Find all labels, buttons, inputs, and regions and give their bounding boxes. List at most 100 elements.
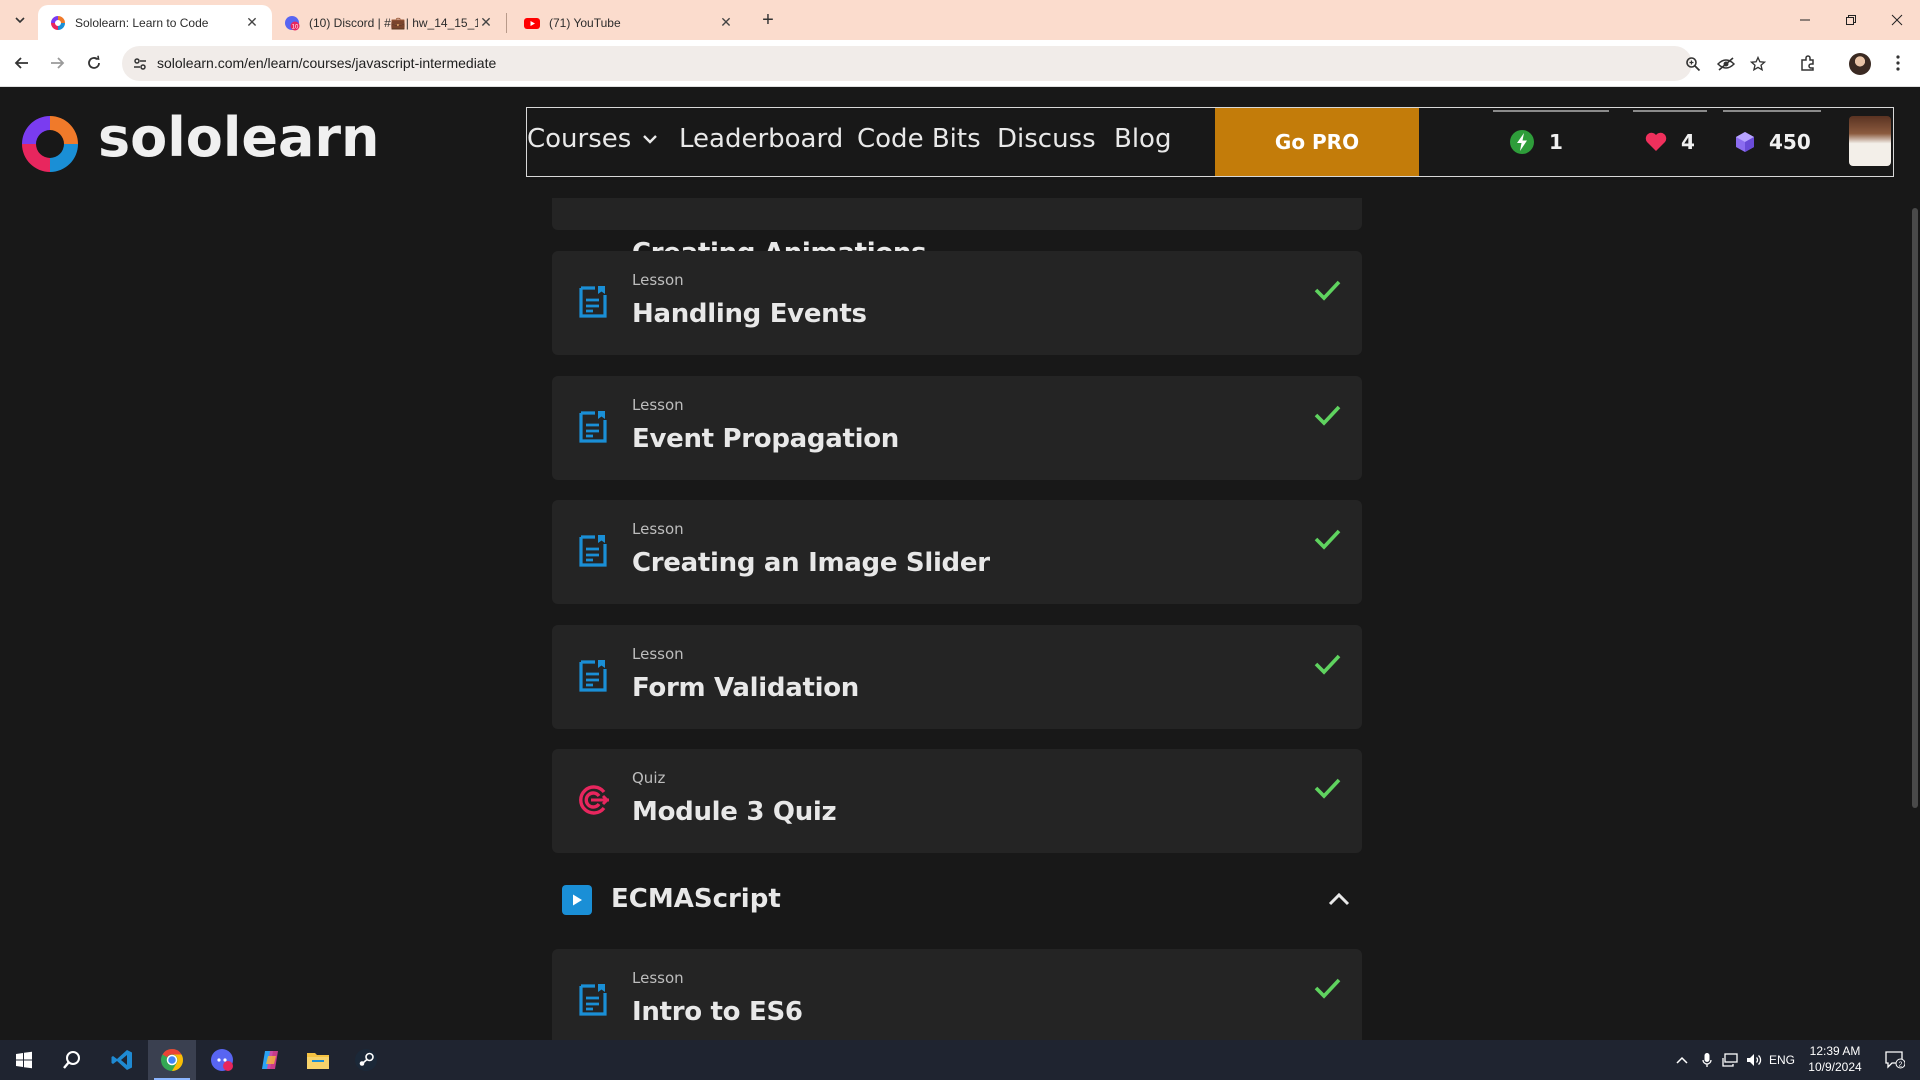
sololearn-favicon-icon bbox=[51, 15, 65, 30]
svg-text:10: 10 bbox=[292, 24, 299, 30]
quiz-target-icon bbox=[579, 785, 610, 815]
notification-center-icon[interactable]: 2 bbox=[1878, 1040, 1912, 1080]
browser-menu-icon[interactable] bbox=[1885, 50, 1911, 76]
lesson-title: Handling Events bbox=[632, 299, 867, 329]
completed-check-icon bbox=[1314, 280, 1341, 301]
eye-off-icon[interactable] bbox=[1716, 54, 1736, 74]
lesson-kind-label: Lesson bbox=[632, 271, 684, 289]
site-info-icon[interactable] bbox=[130, 54, 150, 74]
lesson-title: Intro to ES6 bbox=[632, 997, 803, 1027]
lesson-icon bbox=[579, 660, 607, 692]
steam-icon[interactable] bbox=[342, 1040, 390, 1080]
hearts-value: 4 bbox=[1681, 130, 1695, 154]
lesson-kind-label: Lesson bbox=[632, 396, 684, 414]
chrome-icon[interactable] bbox=[148, 1040, 196, 1080]
bits-value: 450 bbox=[1769, 130, 1811, 154]
sololearn-logo-icon[interactable] bbox=[18, 112, 82, 176]
quiz-kind-label: Quiz bbox=[632, 769, 666, 787]
new-tab-button[interactable]: + bbox=[757, 9, 779, 31]
module-section-header[interactable]: ECMAScript bbox=[552, 869, 1362, 929]
tab-youtube[interactable]: (71) YouTube ✕ bbox=[512, 5, 746, 40]
file-explorer-icon[interactable] bbox=[294, 1040, 342, 1080]
language-indicator[interactable]: ENG bbox=[1766, 1040, 1798, 1080]
lesson-title: Form Validation bbox=[632, 673, 859, 703]
module-title: ECMAScript bbox=[611, 884, 781, 914]
nav-discuss[interactable]: Discuss bbox=[997, 124, 1096, 154]
search-icon[interactable] bbox=[48, 1040, 96, 1080]
completed-check-icon bbox=[1314, 978, 1341, 999]
nav-blog[interactable]: Blog bbox=[1114, 124, 1171, 154]
lesson-card[interactable]: Lesson Creating an Image Slider bbox=[552, 500, 1362, 604]
tab-search-chevron-icon[interactable] bbox=[8, 8, 32, 32]
windows-start-icon[interactable] bbox=[0, 1040, 48, 1080]
profile-avatar[interactable] bbox=[1849, 53, 1871, 75]
go-pro-button[interactable]: Go PRO bbox=[1215, 108, 1419, 176]
completed-check-icon bbox=[1314, 405, 1341, 426]
brand-wordmark[interactable]: sololearn bbox=[98, 106, 380, 169]
bits-counter[interactable]: 450 bbox=[1715, 108, 1821, 176]
lesson-card[interactable]: Lesson Event Propagation bbox=[552, 376, 1362, 480]
system-clock[interactable]: 12:39 AM 10/9/2024 bbox=[1798, 1043, 1872, 1075]
tab-title: Sololearn: Learn to Code bbox=[75, 15, 209, 30]
clock-date: 10/9/2024 bbox=[1808, 1060, 1862, 1074]
back-arrow-icon[interactable] bbox=[9, 50, 35, 76]
show-hidden-icons-chevron-icon[interactable] bbox=[1670, 1040, 1694, 1080]
hearts-counter[interactable]: 4 bbox=[1633, 108, 1707, 176]
bits-gem-icon bbox=[1736, 132, 1754, 152]
discord-favicon-icon: 10 bbox=[285, 15, 300, 30]
chevron-up-icon[interactable] bbox=[1326, 887, 1352, 913]
user-avatar[interactable] bbox=[1849, 116, 1891, 166]
close-tab-icon[interactable]: ✕ bbox=[718, 14, 734, 31]
site-header: sololearn Courses Leaderboard Code Bits … bbox=[0, 88, 1920, 198]
bookmark-star-icon[interactable] bbox=[1748, 54, 1768, 74]
lesson-icon bbox=[579, 286, 607, 318]
close-tab-icon[interactable]: ✕ bbox=[244, 14, 260, 31]
reload-icon[interactable] bbox=[81, 50, 107, 76]
completed-check-icon bbox=[1314, 654, 1341, 675]
browser-tab-strip: Sololearn: Learn to Code ✕ 10 (10) Disco… bbox=[0, 0, 1920, 40]
extensions-puzzle-icon[interactable] bbox=[1795, 50, 1821, 76]
browser-toolbar: sololearn.com/en/learn/courses/javascrip… bbox=[0, 40, 1920, 87]
lesson-card[interactable]: Lesson Form Validation bbox=[552, 625, 1362, 729]
lesson-kind-label: Lesson bbox=[632, 969, 684, 987]
lesson-icon bbox=[579, 535, 607, 567]
minimize-icon[interactable] bbox=[1782, 0, 1828, 40]
completed-check-icon bbox=[1314, 778, 1341, 799]
lightning-streak-icon bbox=[1510, 130, 1534, 154]
discord-icon[interactable] bbox=[198, 1040, 246, 1080]
nav-courses[interactable]: Courses bbox=[527, 124, 659, 154]
lesson-kind-label: Lesson bbox=[632, 645, 684, 663]
main-nav: Courses Leaderboard Code Bits Discuss Bl… bbox=[526, 107, 1894, 177]
url-text: sololearn.com/en/learn/courses/javascrip… bbox=[157, 55, 497, 71]
streak-value: 1 bbox=[1549, 130, 1563, 154]
lesson-card[interactable]: Lesson Handling Events bbox=[552, 251, 1362, 355]
completed-check-icon bbox=[1314, 529, 1341, 550]
play-icon bbox=[562, 885, 592, 915]
chevron-down-icon bbox=[643, 135, 658, 144]
lesson-card[interactable]: Lesson Intro to ES6 bbox=[552, 949, 1362, 1040]
forward-arrow-icon[interactable] bbox=[44, 50, 70, 76]
lesson-title: Event Propagation bbox=[632, 424, 899, 454]
network-icon[interactable] bbox=[1718, 1040, 1742, 1080]
nav-leaderboard[interactable]: Leaderboard bbox=[679, 124, 843, 154]
tab-discord[interactable]: 10 (10) Discord | #💼| hw_14_15_1 ✕ bbox=[272, 5, 506, 40]
streak-counter[interactable]: 1 bbox=[1493, 108, 1609, 176]
windows-taskbar: ENG 12:39 AM 10/9/2024 2 bbox=[0, 1040, 1920, 1080]
tab-divider bbox=[506, 13, 507, 33]
quiz-card[interactable]: Quiz Module 3 Quiz bbox=[552, 749, 1362, 853]
lesson-icon bbox=[579, 411, 607, 443]
microphone-icon[interactable] bbox=[1695, 1040, 1719, 1080]
lesson-icon bbox=[579, 984, 607, 1016]
heart-icon bbox=[1645, 132, 1667, 151]
vscode-icon[interactable] bbox=[98, 1040, 146, 1080]
page-scrollbar[interactable] bbox=[1912, 208, 1918, 808]
close-tab-icon[interactable]: ✕ bbox=[478, 14, 494, 31]
volume-icon[interactable] bbox=[1742, 1040, 1766, 1080]
zoom-icon[interactable] bbox=[1683, 54, 1703, 74]
copilot-icon[interactable] bbox=[246, 1040, 294, 1080]
close-window-icon[interactable] bbox=[1874, 0, 1920, 40]
restore-icon[interactable] bbox=[1828, 0, 1874, 40]
address-bar[interactable]: sololearn.com/en/learn/courses/javascrip… bbox=[122, 46, 1766, 81]
nav-code-bits[interactable]: Code Bits bbox=[857, 124, 981, 154]
tab-sololearn[interactable]: Sololearn: Learn to Code ✕ bbox=[38, 5, 272, 40]
